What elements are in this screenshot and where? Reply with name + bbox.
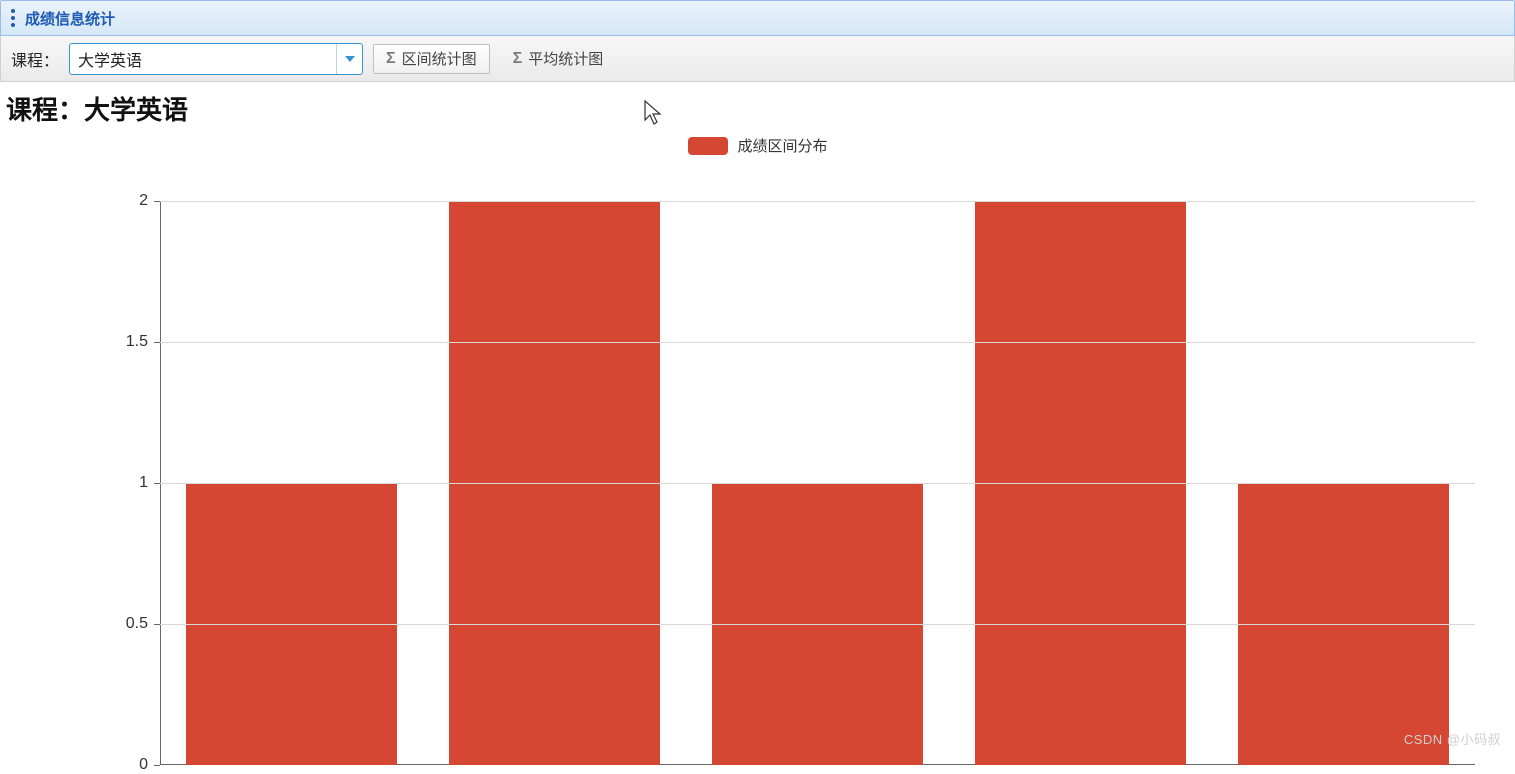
grid-line [160, 342, 1475, 343]
legend-label: 成绩区间分布 [737, 135, 827, 156]
grid-line [160, 483, 1475, 484]
panel-title: 成绩信息统计 [25, 8, 115, 29]
average-chart-button-label: 平均统计图 [528, 48, 603, 69]
chart-subtitle: 课程：大学英语 [0, 82, 1515, 127]
course-label: 课程： [11, 47, 59, 71]
chevron-down-icon [345, 56, 355, 62]
course-select-input[interactable] [70, 44, 336, 74]
chart-area: 成绩区间分布 00.511.52 [0, 131, 1515, 765]
toolbar: 课程： Σ 区间统计图 Σ 平均统计图 [0, 36, 1515, 82]
average-chart-button[interactable]: Σ 平均统计图 [500, 44, 617, 74]
legend-swatch [687, 137, 727, 155]
grid-line [160, 624, 1475, 625]
grid-line [160, 201, 1475, 202]
y-tick-label: 1.5 [126, 333, 160, 351]
chart-plot: 00.511.52 [160, 201, 1475, 765]
course-select-trigger[interactable] [336, 44, 362, 74]
course-select[interactable] [69, 43, 363, 75]
interval-chart-button[interactable]: Σ 区间统计图 [373, 44, 490, 74]
interval-chart-button-label: 区间统计图 [402, 48, 477, 69]
y-tick-label: 0 [139, 756, 160, 774]
drag-handle-icon[interactable] [9, 9, 17, 27]
chart-legend: 成绩区间分布 [687, 135, 827, 156]
y-tick-label: 0.5 [126, 615, 160, 633]
watermark: CSDN @小码叔 [1404, 729, 1501, 748]
sigma-icon: Σ [386, 50, 396, 68]
panel-header: 成绩信息统计 [0, 0, 1515, 36]
y-tick-label: 2 [139, 192, 160, 210]
sigma-icon: Σ [513, 50, 523, 68]
y-tick-label: 1 [139, 474, 160, 492]
